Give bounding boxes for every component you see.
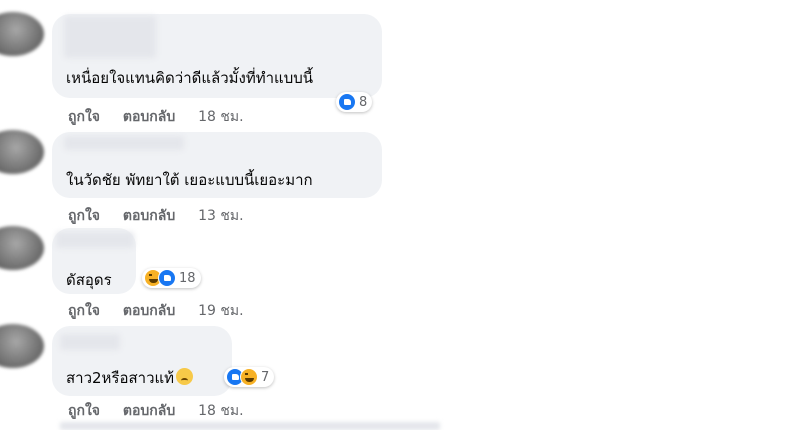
next-comment-cut-off: [60, 422, 440, 430]
commenter-name-redacted[interactable]: [56, 232, 134, 248]
comment-actions: ถูกใจ ตอบกลับ 19 ชม.: [68, 300, 244, 322]
comment-text: สาว2หรือสาวแท้: [66, 366, 194, 390]
comment-text-content: สาว2หรือสาวแท้: [66, 369, 175, 387]
avatar[interactable]: [0, 12, 44, 56]
like-action-link[interactable]: ถูกใจ: [68, 400, 100, 422]
reply-action-link[interactable]: ตอบกลับ: [123, 300, 175, 322]
reaction-count: 18: [179, 270, 196, 286]
reaction-count: 7: [261, 369, 270, 385]
like-action-link[interactable]: ถูกใจ: [68, 300, 100, 322]
reply-action-link[interactable]: ตอบกลับ: [123, 400, 175, 422]
comment-text: เหนื่อยใจแทนคิดว่าดีแล้วมั้งที่ทำแบบนี้: [66, 69, 314, 87]
comment-timestamp[interactable]: 13 ชม.: [198, 205, 243, 227]
like-action-link[interactable]: ถูกใจ: [68, 205, 100, 227]
avatar[interactable]: [0, 226, 44, 270]
comment-bubble: ดัสอุดร: [52, 228, 136, 294]
like-action-link[interactable]: ถูกใจ: [68, 106, 100, 128]
comment-bubble: สาว2หรือสาวแท้: [52, 326, 232, 396]
comment-text: ดัสอุดร: [66, 271, 112, 289]
grimacing-emoji-icon: [176, 368, 194, 385]
commenter-name-redacted[interactable]: [60, 334, 120, 350]
comment-bubble: เหนื่อยใจแทนคิดว่าดีแล้วมั้งที่ทำแบบนี้: [52, 14, 382, 98]
reaction-summary[interactable]: 18: [142, 268, 201, 288]
reply-action-link[interactable]: ตอบกลับ: [123, 205, 175, 227]
commenter-name-redacted[interactable]: [64, 136, 184, 150]
comment-actions: ถูกใจ ตอบกลับ 18 ชม.: [68, 400, 244, 422]
reply-action-link[interactable]: ตอบกลับ: [123, 106, 175, 128]
commenter-name-redacted[interactable]: [64, 16, 156, 58]
avatar[interactable]: [0, 324, 44, 368]
reaction-summary[interactable]: 8: [336, 92, 373, 112]
comment-actions: ถูกใจ ตอบกลับ 18 ชม.: [68, 106, 244, 128]
comment-timestamp[interactable]: 18 ชม.: [198, 400, 243, 422]
reaction-summary[interactable]: 7: [224, 367, 275, 387]
like-reaction-icon: [158, 269, 176, 287]
comment-timestamp[interactable]: 18 ชม.: [198, 106, 243, 128]
haha-reaction-icon: [240, 368, 258, 386]
comment-actions: ถูกใจ ตอบกลับ 13 ชม.: [68, 205, 244, 227]
avatar[interactable]: [0, 130, 44, 174]
reaction-count: 8: [359, 94, 368, 110]
comment-bubble: ในวัดชัย พัทยาใต้ เยอะแบบนี้เยอะมาก: [52, 132, 382, 198]
comment-timestamp[interactable]: 19 ชม.: [198, 300, 243, 322]
comment-text: ในวัดชัย พัทยาใต้ เยอะแบบนี้เยอะมาก: [66, 171, 313, 189]
like-reaction-icon: [338, 93, 356, 111]
